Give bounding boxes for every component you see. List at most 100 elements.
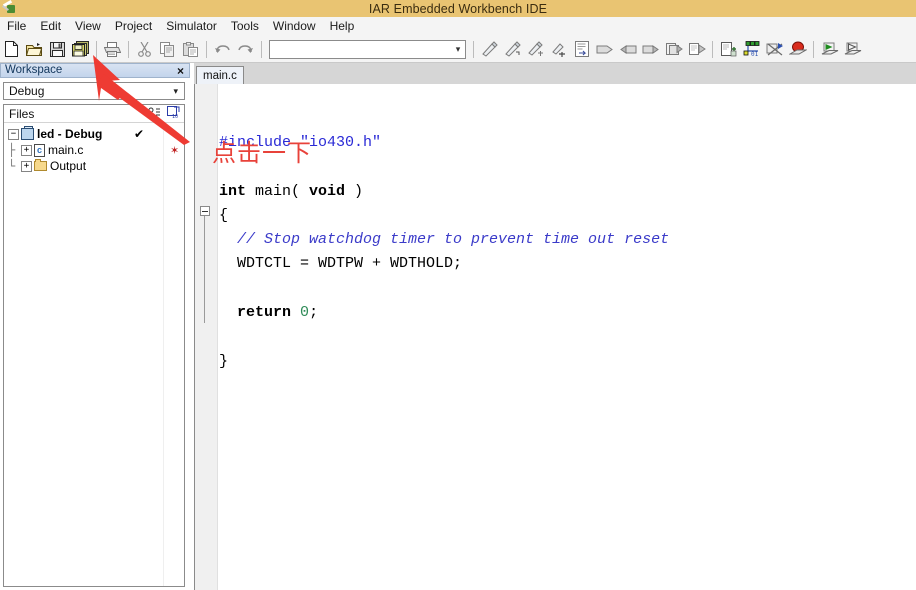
fold-collapse-icon[interactable] xyxy=(200,206,210,216)
code-line: #include "io430.h" xyxy=(219,131,916,155)
code-line: { xyxy=(219,204,916,228)
project-tree: − led - Debug ✔ ├ + c main.c ✶ └ + Outpu xyxy=(4,123,184,174)
find-previous-icon[interactable] xyxy=(525,39,546,60)
workspace-panel-header[interactable]: Workspace × xyxy=(0,63,190,78)
save-all-icon[interactable] xyxy=(70,39,91,60)
goto-line-icon[interactable] xyxy=(571,39,592,60)
toolbar-separator xyxy=(813,40,814,58)
build-configuration-value: Debug xyxy=(9,84,45,98)
compile-icon[interactable] xyxy=(718,39,739,60)
tree-expander-icon[interactable]: − xyxy=(8,128,19,140)
tree-item-main-c[interactable]: ├ + c main.c ✶ xyxy=(4,142,184,158)
cut-icon[interactable] xyxy=(134,39,155,60)
menu-help[interactable]: Help xyxy=(323,18,362,35)
replace-icon[interactable] xyxy=(548,39,569,60)
menu-view[interactable]: View xyxy=(68,18,108,35)
tree-item-label: main.c xyxy=(48,143,84,157)
toolbar-separator xyxy=(473,40,474,58)
code-token: { xyxy=(219,206,229,224)
menu-file[interactable]: File xyxy=(0,18,33,35)
undo-icon[interactable] xyxy=(212,39,233,60)
toolbar-separator xyxy=(96,40,97,58)
workspace-file-tree[interactable]: Files 10 − led - Debug ✔ ├ + c main.c ✶ … xyxy=(3,104,185,587)
menubar: File Edit View Project Simulator Tools W… xyxy=(0,17,916,37)
editor-area: main.c #include "io430.h" int main( void… xyxy=(194,63,916,590)
menu-edit[interactable]: Edit xyxy=(33,18,68,35)
code-token: main( xyxy=(246,182,310,200)
workspace-filter-icon[interactable]: 10 xyxy=(167,106,181,124)
code-token: #include xyxy=(219,134,301,151)
stop-build-icon[interactable] xyxy=(764,39,785,60)
code-content[interactable]: #include "io430.h" int main( void ) { // … xyxy=(219,84,916,590)
find-next-icon[interactable] xyxy=(502,39,523,60)
code-token: ; xyxy=(309,304,319,322)
redo-icon[interactable] xyxy=(235,39,256,60)
menu-project[interactable]: Project xyxy=(108,18,159,35)
find-icon[interactable] xyxy=(479,39,500,60)
menu-tools[interactable]: Tools xyxy=(224,18,266,35)
code-editor[interactable]: #include "io430.h" int main( void ) { // … xyxy=(194,84,916,590)
chevron-down-icon[interactable]: ▾ xyxy=(173,86,184,97)
navigate-backward-icon[interactable] xyxy=(663,39,684,60)
bookmark-next-icon[interactable] xyxy=(640,39,661,60)
editor-tabstrip: main.c xyxy=(194,63,916,85)
files-column-header: Files 10 xyxy=(4,105,184,123)
svg-text:10: 10 xyxy=(172,114,178,119)
iar-ide-window: IAR Embedded Workbench IDE File Edit Vie… xyxy=(0,0,916,590)
files-column-label: Files xyxy=(9,106,35,121)
code-line: } xyxy=(219,350,916,374)
code-token: int xyxy=(219,182,247,200)
code-line: // Stop watchdog timer to prevent time o… xyxy=(219,228,916,252)
menu-window[interactable]: Window xyxy=(266,18,323,35)
workspace-panel-title: Workspace xyxy=(5,64,63,76)
copy-icon[interactable] xyxy=(157,39,178,60)
toolbar-separator xyxy=(712,40,713,58)
code-line: return 0; xyxy=(219,301,916,325)
tree-expander-icon[interactable]: + xyxy=(21,160,32,172)
fold-margin xyxy=(195,84,218,590)
paste-icon[interactable] xyxy=(180,39,201,60)
print-icon[interactable] xyxy=(102,39,123,60)
save-icon[interactable] xyxy=(47,39,68,60)
bookmark-toggle-icon[interactable] xyxy=(594,39,615,60)
close-icon[interactable]: × xyxy=(174,64,187,78)
make-icon[interactable]: 01 xyxy=(741,39,762,60)
chevron-down-icon[interactable]: ▾ xyxy=(451,42,465,57)
new-file-icon[interactable] xyxy=(1,39,22,60)
toolbar-separator xyxy=(128,40,129,58)
bookmark-previous-icon[interactable] xyxy=(617,39,638,60)
menu-simulator[interactable]: Simulator xyxy=(159,18,224,35)
tree-column-divider xyxy=(163,122,164,586)
code-token: WDTCTL = WDTPW + WDTHOLD; xyxy=(219,255,463,273)
window-titlebar: IAR Embedded Workbench IDE xyxy=(0,0,916,18)
quick-search-combo[interactable]: ▾ xyxy=(269,39,466,59)
run-icon[interactable] xyxy=(819,39,840,60)
open-file-icon[interactable] xyxy=(24,39,45,60)
code-token: void xyxy=(309,182,346,200)
workspace-panel: Workspace × Debug ▾ Files 10 − led - Deb… xyxy=(0,63,190,590)
main-toolbar: ▾ 01 xyxy=(0,36,916,63)
fold-guide-line xyxy=(204,216,205,323)
run-to-cursor-icon[interactable] xyxy=(842,39,863,60)
tree-item-label: Output xyxy=(50,159,87,173)
debug-icon[interactable] xyxy=(787,39,808,60)
code-token: // Stop watchdog timer to prevent time o… xyxy=(219,231,670,249)
toolbar-separator xyxy=(206,40,207,58)
navigate-forward-icon[interactable] xyxy=(686,39,707,60)
tree-item-output[interactable]: └ + Output xyxy=(4,158,184,174)
project-icon xyxy=(21,126,34,140)
tree-item-label: led - Debug xyxy=(37,127,103,141)
tab-main-c[interactable]: main.c xyxy=(196,66,244,84)
modified-indicator: ✶ xyxy=(170,144,180,157)
folder-icon xyxy=(34,159,47,171)
build-configuration-select[interactable]: Debug ▾ xyxy=(3,82,185,100)
tree-expander-icon[interactable]: + xyxy=(21,144,32,156)
tree-item-project[interactable]: − led - Debug ✔ xyxy=(4,126,184,142)
toolbar-separator xyxy=(261,40,262,58)
workspace-overview-icon[interactable] xyxy=(148,106,161,124)
